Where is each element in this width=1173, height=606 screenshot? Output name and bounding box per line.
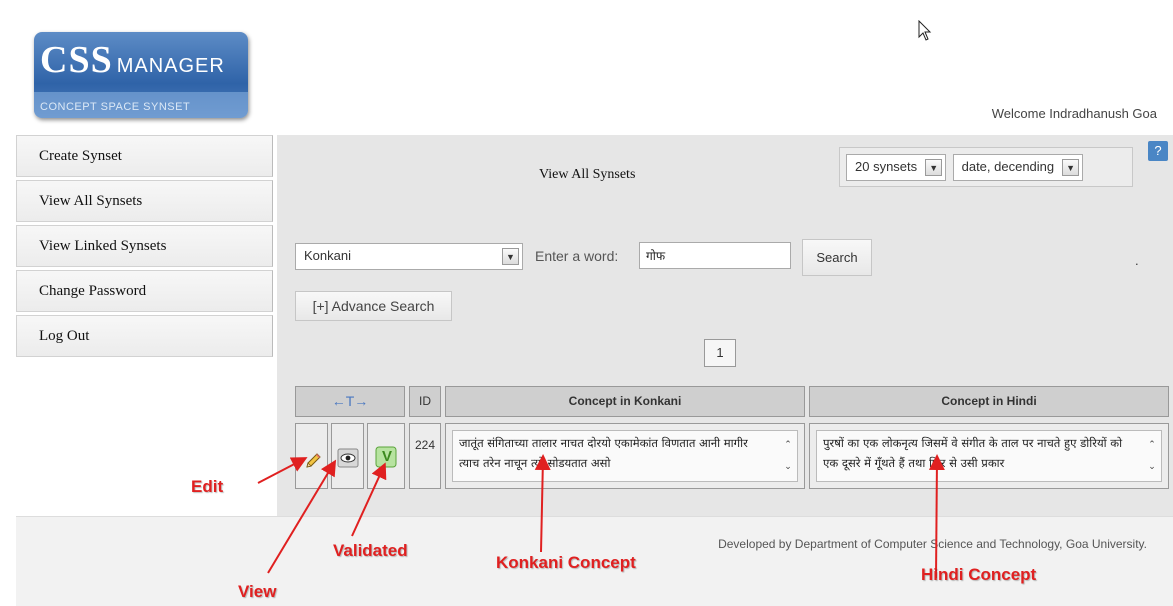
sidebar-item-view-linked-synsets[interactable]: View Linked Synsets: [16, 225, 273, 267]
logo-manager-text: MANAGER: [116, 55, 225, 77]
logo-title: CSS MANAGER: [40, 38, 225, 82]
chevron-down-icon[interactable]: ⌄: [781, 457, 795, 477]
per-page-select[interactable]: 20 synsets ▼: [846, 154, 947, 181]
sidebar-nav: Create Synset View All Synsets View Link…: [16, 135, 273, 360]
chevron-up-icon[interactable]: ⌃: [781, 435, 795, 455]
header: CSS MANAGER CONCEPT SPACE SYNSET Welcome …: [16, 10, 1173, 135]
enter-word-label: Enter a word:: [535, 248, 619, 264]
synset-id-cell: 224: [409, 423, 441, 489]
word-search-input[interactable]: गोफ: [639, 242, 791, 269]
chevron-up-icon[interactable]: ⌃: [1145, 435, 1159, 455]
sort-order-value: date, decending: [961, 159, 1055, 174]
chevron-down-icon: ▼: [1062, 159, 1080, 176]
id-column-header: ID: [409, 386, 441, 417]
css-manager-logo[interactable]: CSS MANAGER CONCEPT SPACE SYNSET: [34, 32, 248, 118]
chevron-down-icon[interactable]: ⌄: [1145, 457, 1159, 477]
language-value: Konkani: [304, 248, 351, 263]
callout-view: View: [238, 582, 277, 601]
hindi-concept-textarea[interactable]: पुरषों का एक लोकनृत्य जिसमें वे संगीत के…: [816, 430, 1162, 482]
edit-cell: [295, 423, 328, 489]
konkani-concept-textarea[interactable]: जातूंत संगिताच्या तालार नाचत दोरयो एकामे…: [452, 430, 798, 482]
konkani-concept-cell: जातूंत संगिताच्या तालार नाचत दोरयो एकामे…: [445, 423, 805, 489]
konkani-column-header: Concept in Konkani: [445, 386, 805, 417]
pagination-page-1[interactable]: 1: [704, 339, 736, 367]
hindi-scrollbar[interactable]: ⌃ ⌄: [1145, 433, 1159, 479]
validated-cell: V: [367, 423, 405, 489]
sort-controls: 20 synsets ▼ date, decending ▼: [839, 147, 1133, 187]
konkani-scrollbar[interactable]: ⌃ ⌄: [781, 433, 795, 479]
language-select[interactable]: Konkani ▼: [295, 243, 523, 270]
callout-hindi-concept: Hindi Concept: [921, 565, 1037, 584]
hindi-concept-text: पुरषों का एक लोकनृत्य जिसमें वे संगीत के…: [823, 436, 1123, 470]
actions-column-header[interactable]: ←T→: [295, 386, 405, 417]
konkani-concept-text: जातूंत संगिताच्या तालार नाचत दोरयो एकामे…: [459, 436, 748, 470]
hindi-column-header: Concept in Hindi: [809, 386, 1169, 417]
footer-credit: Developed by Department of Computer Scie…: [718, 537, 1147, 551]
hindi-concept-cell: पुरषों का एक लोकनृत्य जिसमें वे संगीत के…: [809, 423, 1169, 489]
advance-search-button[interactable]: [+] Advance Search: [295, 291, 452, 321]
sidebar-item-log-out[interactable]: Log Out: [16, 315, 273, 357]
main-panel: ? View All Synsets 20 synsets ▼ date, de…: [277, 135, 1173, 516]
mouse-cursor-icon: [918, 20, 932, 41]
logo-css-text: CSS: [40, 39, 113, 81]
sidebar-item-change-password[interactable]: Change Password: [16, 270, 273, 312]
sidebar-item-view-all-synsets[interactable]: View All Synsets: [16, 180, 273, 222]
help-button[interactable]: ?: [1148, 141, 1168, 161]
sidebar-item-create-synset[interactable]: Create Synset: [16, 135, 273, 177]
view-cell: [331, 423, 364, 489]
validated-letter: V: [382, 448, 393, 465]
search-button[interactable]: Search: [802, 239, 872, 276]
per-page-value: 20 synsets: [855, 159, 918, 174]
callout-konkani-concept: Konkani Concept: [496, 553, 636, 572]
callout-edit: Edit: [191, 477, 224, 496]
chevron-down-icon: ▼: [925, 159, 943, 176]
search-bar: Konkani ▼ Enter a word: गोफ Search .: [295, 239, 1155, 276]
callout-validated: Validated: [333, 541, 408, 560]
logo-subtitle: CONCEPT SPACE SYNSET: [40, 101, 191, 113]
chevron-down-icon: ▼: [502, 248, 519, 265]
page-title: View All Synsets: [539, 167, 636, 182]
pencil-icon[interactable]: [304, 452, 322, 470]
welcome-message: Welcome Indradhanush Goa: [991, 106, 1157, 121]
eye-icon[interactable]: [337, 448, 359, 468]
stray-dot: .: [1135, 253, 1139, 268]
sort-order-select[interactable]: date, decending ▼: [952, 154, 1084, 181]
